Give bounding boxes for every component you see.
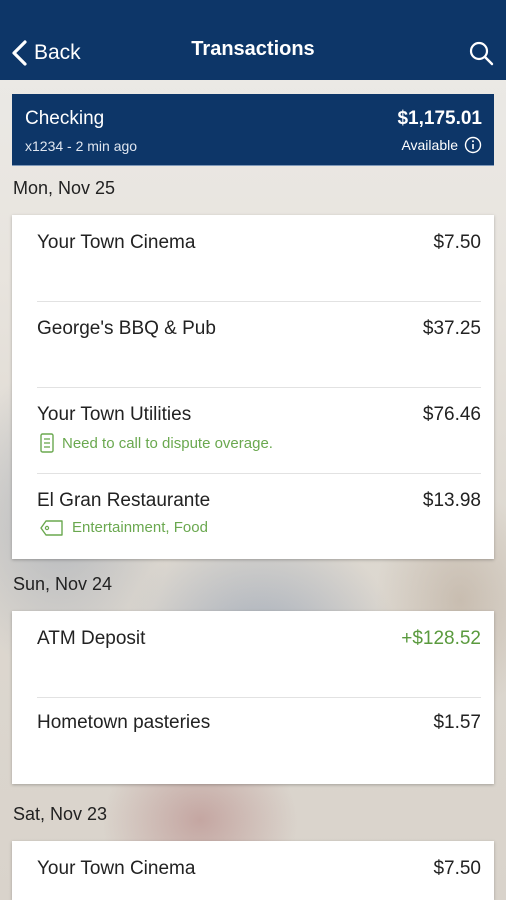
merchant-name: Your Town Utilities [37,404,192,425]
account-subtitle: x1234 - 2 min ago [25,138,138,154]
search-icon[interactable] [468,40,494,66]
merchant-name: Your Town Cinema [37,858,196,879]
transaction-row[interactable]: Your Town Cinema $7.50 [12,841,494,900]
transaction-row[interactable]: Your Town Cinema $7.50 [12,215,494,301]
transaction-tags: Entertainment, Food [40,519,208,536]
note-text: Need to call to dispute overage. [62,434,273,452]
transaction-row[interactable]: El Gran Restaurante $13.98 Entertainment… [12,473,494,559]
tag-text: Entertainment, Food [72,519,208,536]
date-header: Mon, Nov 25 [13,178,116,198]
transaction-row[interactable]: George's BBQ & Pub $37.25 [12,301,494,387]
merchant-name: George's BBQ & Pub [37,318,216,339]
merchant-name: El Gran Restaurante [37,490,211,511]
available-label-row: Available [401,136,482,154]
account-balance: $1,175.01 [397,108,482,129]
transaction-row[interactable]: ATM Deposit +$128.52 [12,611,494,697]
account-summary[interactable]: Checking x1234 - 2 min ago $1,175.01 Ava… [12,94,494,166]
tag-icon [40,519,63,536]
transaction-amount: $7.50 [433,858,481,879]
date-header: Sat, Nov 23 [13,804,108,824]
transaction-row[interactable]: Your Town Utilities $76.46 Need to call … [12,387,494,473]
transaction-amount: $37.25 [422,318,481,339]
transaction-amount: $13.98 [422,490,481,511]
date-header: Sun, Nov 24 [13,574,113,594]
merchant-name: Your Town Cinema [37,232,196,253]
transaction-row[interactable]: Hometown pasteries $1.57 [12,697,494,784]
account-name: Checking [25,108,105,129]
merchant-name: ATM Deposit [37,628,146,649]
transaction-amount: $1.57 [433,712,481,733]
transaction-card: ATM Deposit +$128.52 Hometown pasteries … [12,611,494,784]
available-label: Available [401,137,458,153]
page-title: Transactions [191,38,315,60]
transaction-note: Need to call to dispute overage. [40,433,273,453]
memo-icon [40,433,54,453]
info-icon[interactable] [464,136,482,154]
transaction-card: Your Town Cinema $7.50 George's BBQ & Pu… [12,215,494,559]
transaction-amount: +$128.52 [401,628,481,649]
transaction-card: Your Town Cinema $7.50 [12,841,494,900]
transaction-amount: $76.46 [422,404,481,425]
transaction-amount: $7.50 [433,232,481,253]
merchant-name: Hometown pasteries [37,712,211,733]
top-navigation-bar: Back Transactions [0,0,506,80]
